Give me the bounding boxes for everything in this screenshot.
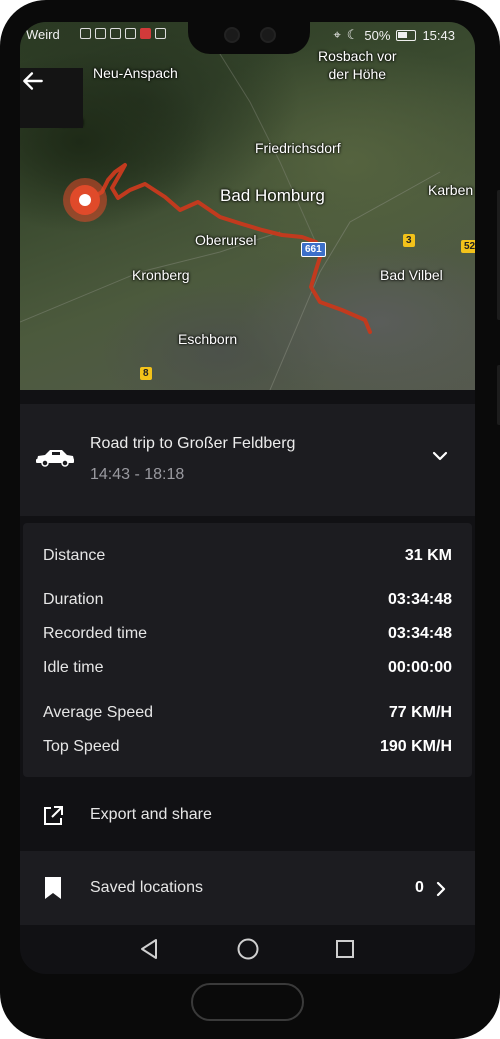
- notification-icon: [140, 28, 151, 39]
- map-label-neu-anspach: Neu-Anspach: [93, 65, 178, 81]
- arrow-left-icon: [23, 72, 43, 90]
- notification-icon: [125, 28, 136, 39]
- trip-time-range: 14:43 - 18:18: [90, 466, 185, 483]
- export-label: Export and share: [90, 806, 212, 823]
- stat-label: Average Speed: [43, 704, 154, 721]
- stat-average-speed: Average Speed 77 KM/H: [43, 704, 452, 726]
- carrier-name: Weird: [26, 27, 60, 42]
- stat-label: Top Speed: [43, 738, 120, 755]
- bookmark-icon: [45, 877, 61, 899]
- location-icon: ⌖: [333, 27, 341, 42]
- status-right: ⌖ ☾ 50% 15:43: [333, 27, 455, 43]
- map-label-friedrichsdorf: Friedrichsdorf: [255, 140, 341, 156]
- system-nav-bar: [20, 925, 475, 974]
- stat-value: 190 KM/H: [379, 738, 452, 755]
- chevron-down-icon[interactable]: [430, 446, 450, 466]
- stat-value: 31 KM: [404, 547, 452, 564]
- map-label-karben: Karben: [428, 182, 474, 198]
- trip-title: Road trip to Großer Feldberg: [90, 435, 296, 452]
- trip-header[interactable]: Road trip to Großer Feldberg 14:43 - 18:…: [20, 404, 475, 516]
- road-shield-b52: 52: [461, 240, 475, 253]
- stat-label: Distance: [43, 547, 106, 564]
- stat-label: Idle time: [43, 659, 104, 676]
- stat-value: 00:00:00: [387, 659, 452, 676]
- map-label-rosbach: Rosbach vor der Höhe: [318, 47, 397, 83]
- map-label-rosbach-line2: der Höhe: [328, 66, 387, 82]
- road-shield-b3: 3: [403, 234, 415, 247]
- triangle-back-icon[interactable]: [138, 937, 160, 961]
- front-sensor: [260, 27, 276, 43]
- notification-icons: [80, 28, 166, 39]
- circle-home-icon[interactable]: [236, 937, 260, 961]
- notification-icon: [95, 28, 106, 39]
- phone-frame: Neu-Anspach Rosbach vor der Höhe tten Fr…: [0, 0, 500, 1039]
- notification-icon: [110, 28, 121, 39]
- notification-icon: [155, 28, 166, 39]
- chevron-right-icon: [436, 881, 446, 897]
- trip-stats: Distance 31 KM Duration 03:34:48 Recorde…: [23, 523, 472, 777]
- road-shield-a661: 661: [301, 242, 326, 257]
- stat-duration: Duration 03:34:48: [43, 591, 452, 613]
- map-label-oberursel: Oberursel: [195, 232, 257, 248]
- map-label-eschborn: Eschborn: [178, 331, 238, 347]
- car-icon: [36, 450, 74, 467]
- back-button[interactable]: [20, 68, 83, 128]
- map-label-bad-vilbel: Bad Vilbel: [380, 267, 443, 283]
- stat-recorded-time: Recorded time 03:34:48: [43, 625, 452, 647]
- battery-percent: 50%: [364, 27, 391, 43]
- clock: 15:43: [422, 27, 455, 43]
- status-bar: Weird ⌖ ☾ 50% 15:43: [20, 22, 475, 54]
- stat-distance: Distance 31 KM: [43, 547, 452, 569]
- stat-value: 03:34:48: [387, 591, 452, 608]
- map-label-bad-homburg: Bad Homburg: [220, 186, 325, 205]
- road-shield-b8: 8: [140, 367, 152, 380]
- screen: Neu-Anspach Rosbach vor der Höhe tten Fr…: [20, 22, 475, 974]
- stat-label: Recorded time: [43, 625, 148, 642]
- external-link-icon: [44, 806, 63, 825]
- map-label-kronberg: Kronberg: [132, 267, 190, 283]
- map-overlay: [20, 22, 441, 390]
- stat-value: 77 KM/H: [388, 704, 452, 721]
- stat-top-speed: Top Speed 190 KM/H: [43, 738, 452, 760]
- moon-icon: ☾: [346, 27, 359, 42]
- hardware-home-button[interactable]: [191, 983, 304, 1021]
- notch: [188, 22, 310, 54]
- saved-locations-count: 0: [415, 879, 424, 896]
- notification-icon: [80, 28, 91, 39]
- stat-value: 03:34:48: [387, 625, 452, 642]
- trip-map[interactable]: Neu-Anspach Rosbach vor der Höhe tten Fr…: [20, 22, 475, 390]
- saved-locations-button[interactable]: Saved locations 0: [20, 851, 475, 925]
- battery-icon: [396, 29, 417, 41]
- export-and-share-button[interactable]: Export and share: [20, 790, 475, 842]
- saved-locations-label: Saved locations: [90, 879, 203, 896]
- stat-idle-time: Idle time 00:00:00: [43, 659, 452, 681]
- stat-label: Duration: [43, 591, 104, 608]
- front-camera: [224, 27, 240, 43]
- square-recents-icon[interactable]: [334, 937, 356, 961]
